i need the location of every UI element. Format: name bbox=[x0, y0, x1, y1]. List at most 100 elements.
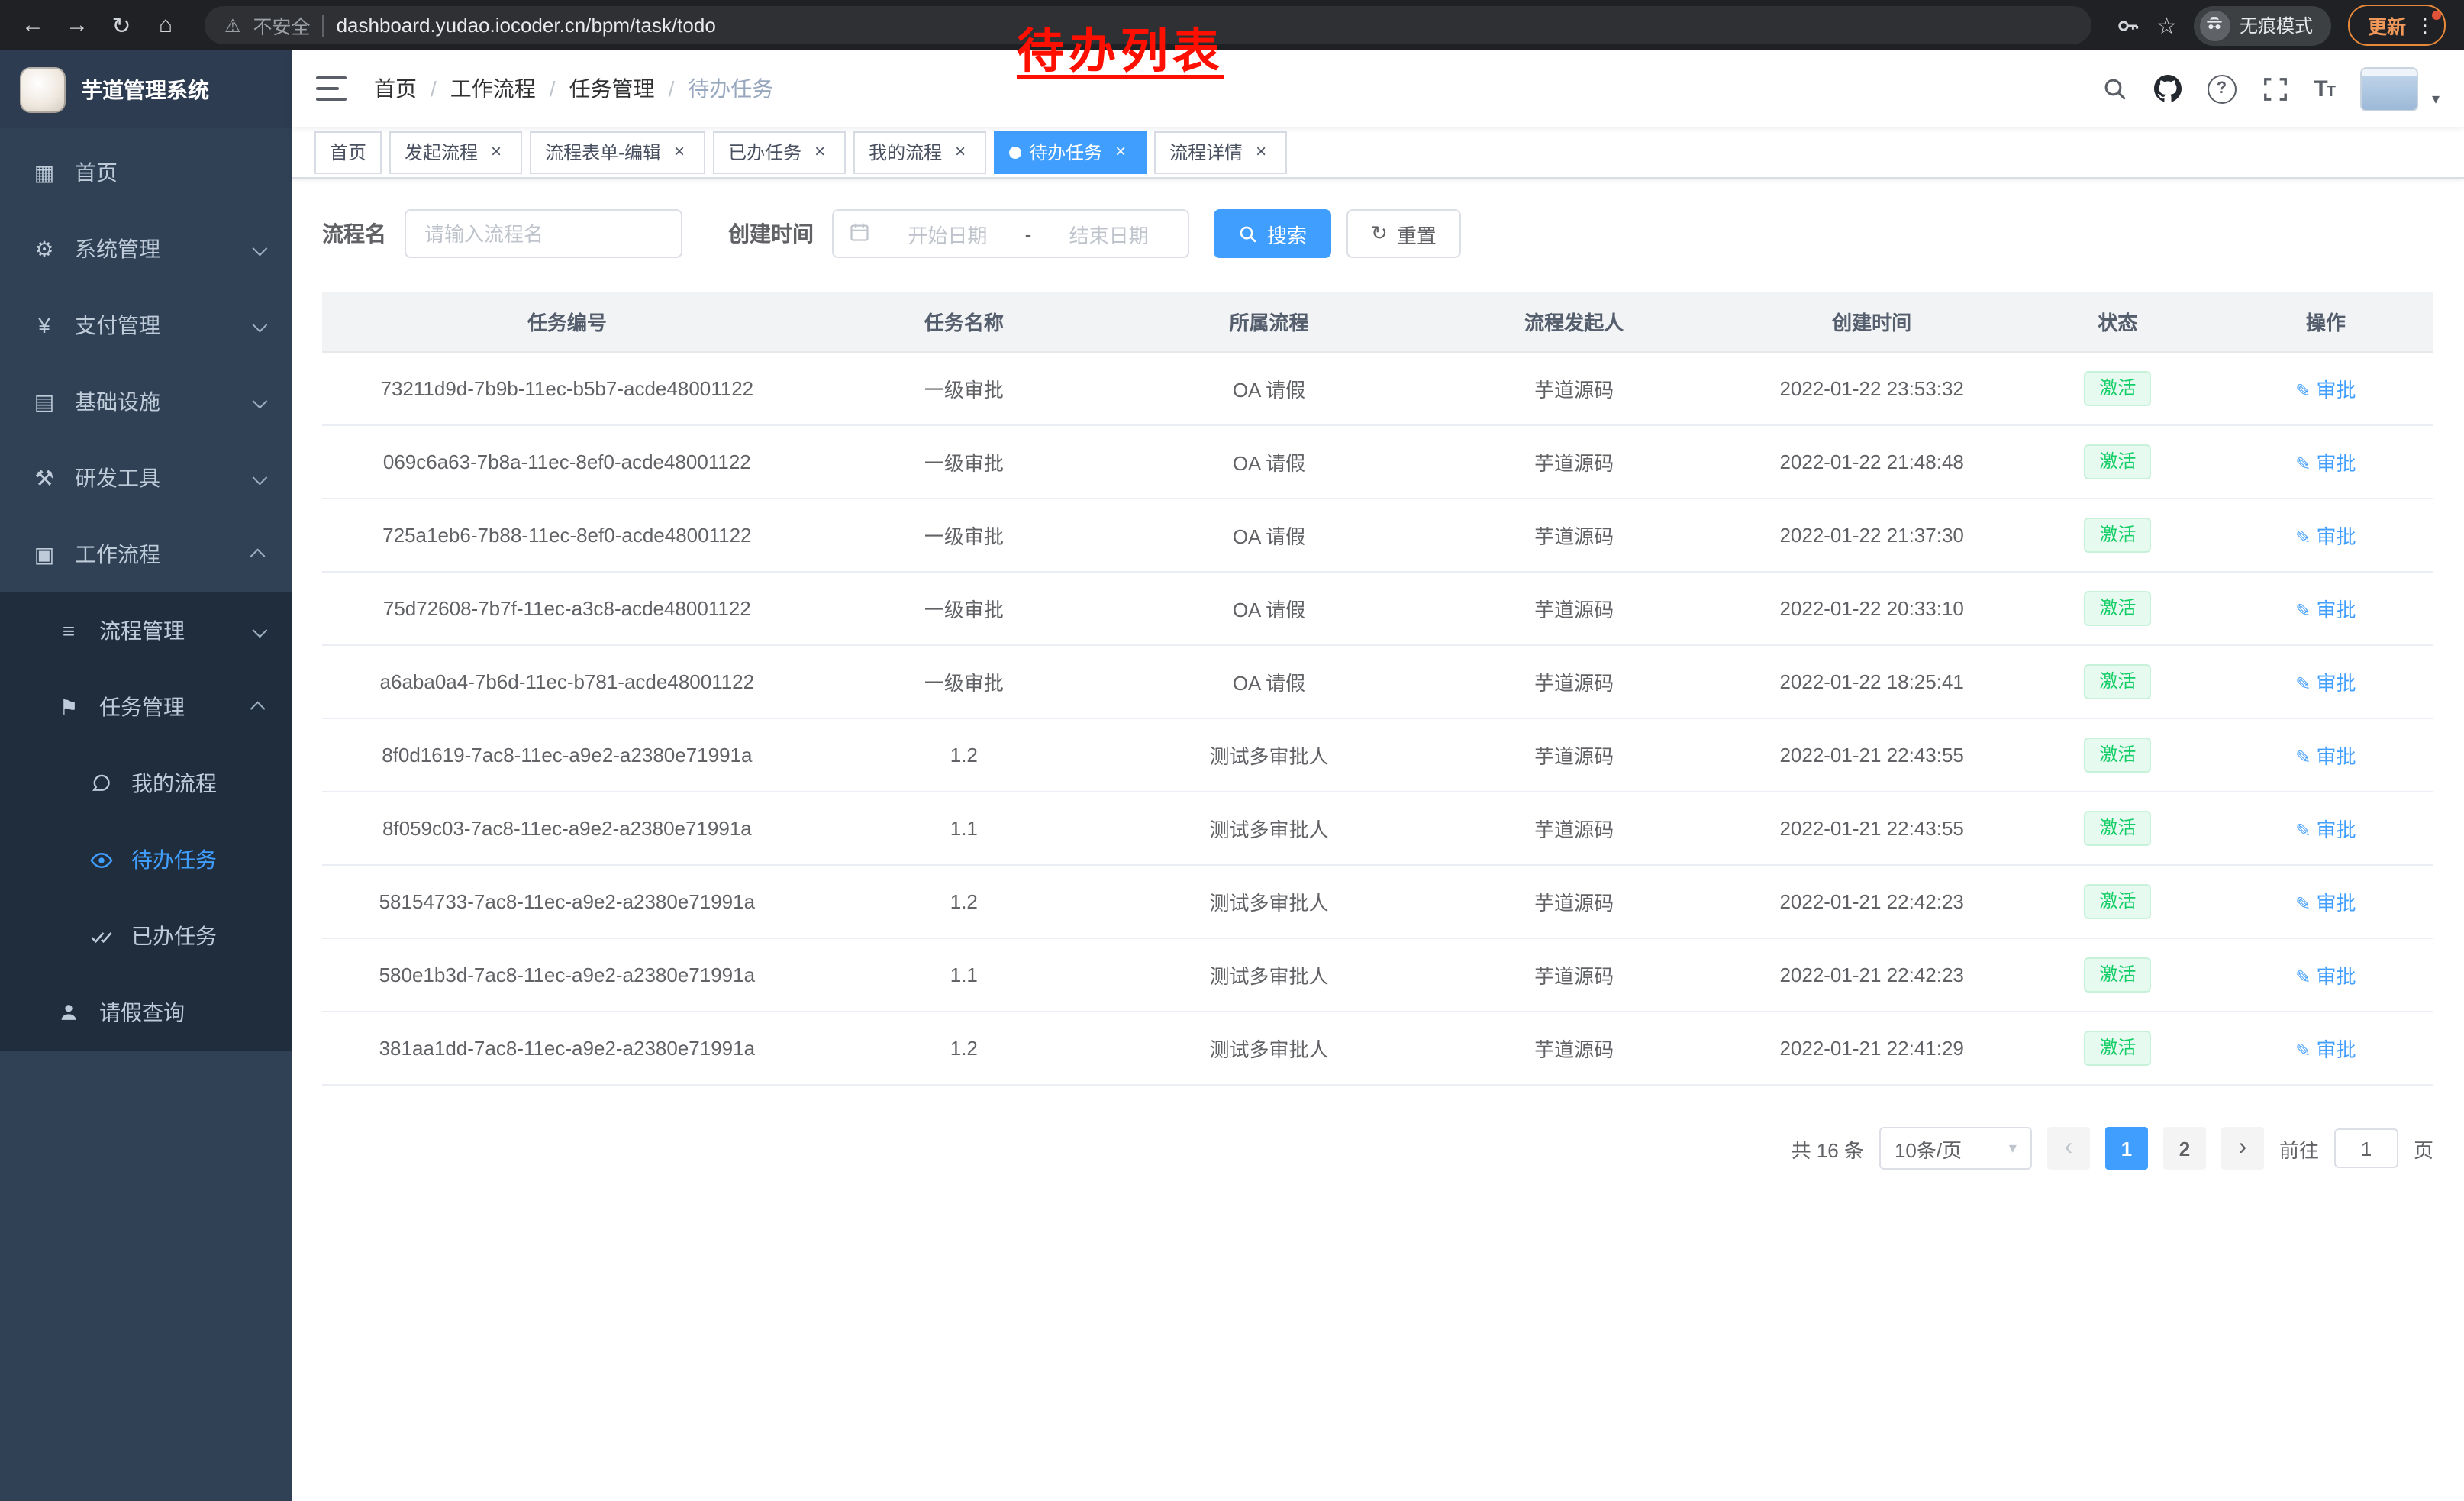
sidebar-item-my-processes[interactable]: 我的流程 bbox=[0, 745, 292, 822]
breadcrumb-item[interactable]: 任务管理 bbox=[569, 73, 655, 104]
sidebar-item-done-tasks[interactable]: 已办任务 bbox=[0, 898, 292, 974]
column-initiator: 流程发起人 bbox=[1422, 292, 1726, 352]
dashboard-icon: ▦ bbox=[31, 160, 58, 186]
update-notification-dot bbox=[2432, 11, 2441, 20]
tab-home[interactable]: 首页 bbox=[314, 131, 382, 173]
tab-close-icon[interactable]: × bbox=[950, 141, 971, 163]
tab-process-form-edit[interactable]: 流程表单-编辑 × bbox=[530, 131, 705, 173]
chevron-down-icon bbox=[253, 622, 268, 638]
approve-link[interactable]: ✎ 审批 bbox=[2295, 818, 2356, 841]
avatar-caret-icon[interactable]: ▾ bbox=[2432, 91, 2440, 111]
app-logo[interactable]: 芋道管理系统 bbox=[0, 50, 292, 128]
sidebar-item-leave-query[interactable]: 请假查询 bbox=[0, 974, 292, 1051]
help-icon[interactable]: ? bbox=[2207, 74, 2236, 103]
cell-created: 2022-01-22 23:53:32 bbox=[1726, 352, 2017, 425]
cell-initiator: 芋道源码 bbox=[1422, 718, 1726, 792]
date-range-picker[interactable]: 开始日期 - 结束日期 bbox=[832, 209, 1189, 258]
approve-link[interactable]: ✎ 审批 bbox=[2295, 379, 2356, 402]
tab-close-icon[interactable]: × bbox=[1110, 141, 1131, 163]
tab-close-icon[interactable]: × bbox=[1250, 141, 1272, 163]
goto-page-input[interactable] bbox=[2334, 1128, 2398, 1168]
chevron-down-icon: ▾ bbox=[2009, 1140, 2017, 1157]
approve-link[interactable]: ✎ 审批 bbox=[2295, 892, 2356, 915]
cell-created: 2022-01-21 22:43:55 bbox=[1726, 792, 2017, 865]
page-size-select[interactable]: 10条/页 ▾ bbox=[1879, 1127, 2032, 1170]
cell-process: 测试多审批人 bbox=[1116, 792, 1422, 865]
search-button[interactable]: 搜索 bbox=[1214, 209, 1331, 258]
edit-icon: ✎ bbox=[2295, 600, 2311, 621]
tab-done-tasks[interactable]: 已办任务 × bbox=[713, 131, 846, 173]
approve-link[interactable]: ✎ 审批 bbox=[2295, 965, 2356, 988]
cell-status: 激活 bbox=[2017, 1012, 2218, 1085]
tab-close-icon[interactable]: × bbox=[485, 141, 507, 163]
sidebar-menu: ▦ 首页 ⚙ 系统管理 ¥ 支付管理 ▤ 基础设施 bbox=[0, 128, 292, 1501]
sidebar-item-task-management[interactable]: ⚑ 任务管理 bbox=[0, 669, 292, 745]
sidebar-item-payment-management[interactable]: ¥ 支付管理 bbox=[0, 287, 292, 363]
tab-close-icon[interactable]: × bbox=[809, 141, 830, 163]
cell-created: 2022-01-22 21:48:48 bbox=[1726, 425, 2017, 499]
status-badge: 激活 bbox=[2084, 957, 2151, 993]
breadcrumb-item[interactable]: 工作流程 bbox=[450, 73, 536, 104]
cell-process: OA 请假 bbox=[1116, 352, 1422, 425]
sidebar-item-infrastructure[interactable]: ▤ 基础设施 bbox=[0, 363, 292, 440]
process-name-input[interactable] bbox=[405, 209, 682, 258]
date-range-separator: - bbox=[1025, 222, 1032, 245]
sidebar-item-system-management[interactable]: ⚙ 系统管理 bbox=[0, 211, 292, 287]
approve-link[interactable]: ✎ 审批 bbox=[2295, 452, 2356, 475]
breadcrumb-item[interactable]: 首页 bbox=[374, 73, 417, 104]
workflow-icon: ▣ bbox=[31, 541, 58, 567]
sidebar-item-workflow[interactable]: ▣ 工作流程 bbox=[0, 516, 292, 592]
cell-action: ✎ 审批 bbox=[2218, 352, 2433, 425]
next-page-button[interactable]: › bbox=[2221, 1127, 2264, 1170]
table-row: 58154733-7ac8-11ec-a9e2-a2380e71991a1.2测… bbox=[322, 865, 2433, 938]
bookmark-star-icon[interactable]: ☆ bbox=[2156, 11, 2177, 39]
forward-icon[interactable]: → bbox=[56, 5, 98, 46]
back-icon[interactable]: ← bbox=[12, 5, 53, 46]
sidebar-toggle-icon[interactable] bbox=[316, 76, 347, 101]
sidebar-item-label: 基础设施 bbox=[75, 386, 241, 417]
sidebar-item-process-management[interactable]: ≡ 流程管理 bbox=[0, 592, 292, 669]
home-icon[interactable]: ⌂ bbox=[145, 5, 186, 46]
cell-task-name: 1.1 bbox=[812, 938, 1116, 1012]
page-button-2[interactable]: 2 bbox=[2163, 1127, 2206, 1170]
tab-todo-tasks[interactable]: 待办任务 × bbox=[994, 131, 1147, 173]
tab-my-processes[interactable]: 我的流程 × bbox=[853, 131, 986, 173]
reset-button-label: 重置 bbox=[1397, 219, 1437, 248]
sidebar-item-label: 工作流程 bbox=[75, 539, 241, 570]
approve-link[interactable]: ✎ 审批 bbox=[2295, 525, 2356, 548]
table-row: 8f059c03-7ac8-11ec-a9e2-a2380e71991a1.1测… bbox=[322, 792, 2433, 865]
cell-task-id: 381aa1dd-7ac8-11ec-a9e2-a2380e71991a bbox=[322, 1012, 812, 1085]
workflow-submenu: ≡ 流程管理 ⚑ 任务管理 我的流程 bbox=[0, 592, 292, 1051]
edit-icon: ✎ bbox=[2295, 673, 2311, 695]
key-icon[interactable] bbox=[2115, 13, 2140, 37]
tab-process-detail[interactable]: 流程详情 × bbox=[1154, 131, 1287, 173]
cell-task-name: 一级审批 bbox=[812, 499, 1116, 572]
approve-link[interactable]: ✎ 审批 bbox=[2295, 672, 2356, 695]
prev-page-button[interactable]: ‹ bbox=[2047, 1127, 2090, 1170]
approve-link[interactable]: ✎ 审批 bbox=[2295, 1038, 2356, 1061]
cell-action: ✎ 审批 bbox=[2218, 865, 2433, 938]
page-button-1[interactable]: 1 bbox=[2105, 1127, 2148, 1170]
tab-label: 首页 bbox=[330, 139, 366, 165]
browser-menu-icon[interactable]: ⋮ bbox=[2415, 15, 2435, 35]
tab-start-process[interactable]: 发起流程 × bbox=[389, 131, 522, 173]
tab-close-icon[interactable]: × bbox=[669, 141, 690, 163]
browser-update-button[interactable]: 更新 ⋮ bbox=[2348, 5, 2446, 46]
sidebar-item-home[interactable]: ▦ 首页 bbox=[0, 134, 292, 211]
approve-link[interactable]: ✎ 审批 bbox=[2295, 599, 2356, 621]
column-created: 创建时间 bbox=[1726, 292, 2017, 352]
avatar[interactable] bbox=[2360, 66, 2418, 111]
column-task-id: 任务编号 bbox=[322, 292, 812, 352]
yen-icon: ¥ bbox=[31, 313, 58, 337]
incognito-icon bbox=[2200, 10, 2230, 40]
reload-icon[interactable]: ↻ bbox=[101, 5, 142, 46]
sidebar-item-todo-tasks[interactable]: 待办任务 bbox=[0, 822, 292, 898]
search-icon[interactable] bbox=[2101, 76, 2127, 102]
sidebar-item-dev-tools[interactable]: ⚒ 研发工具 bbox=[0, 440, 292, 516]
fullscreen-icon[interactable] bbox=[2262, 76, 2288, 102]
font-size-icon[interactable]: TT bbox=[2314, 76, 2334, 102]
reset-button[interactable]: ↻ 重置 bbox=[1346, 209, 1461, 258]
chevron-down-icon bbox=[253, 393, 268, 408]
approve-link[interactable]: ✎ 审批 bbox=[2295, 745, 2356, 768]
github-icon[interactable] bbox=[2153, 75, 2181, 102]
